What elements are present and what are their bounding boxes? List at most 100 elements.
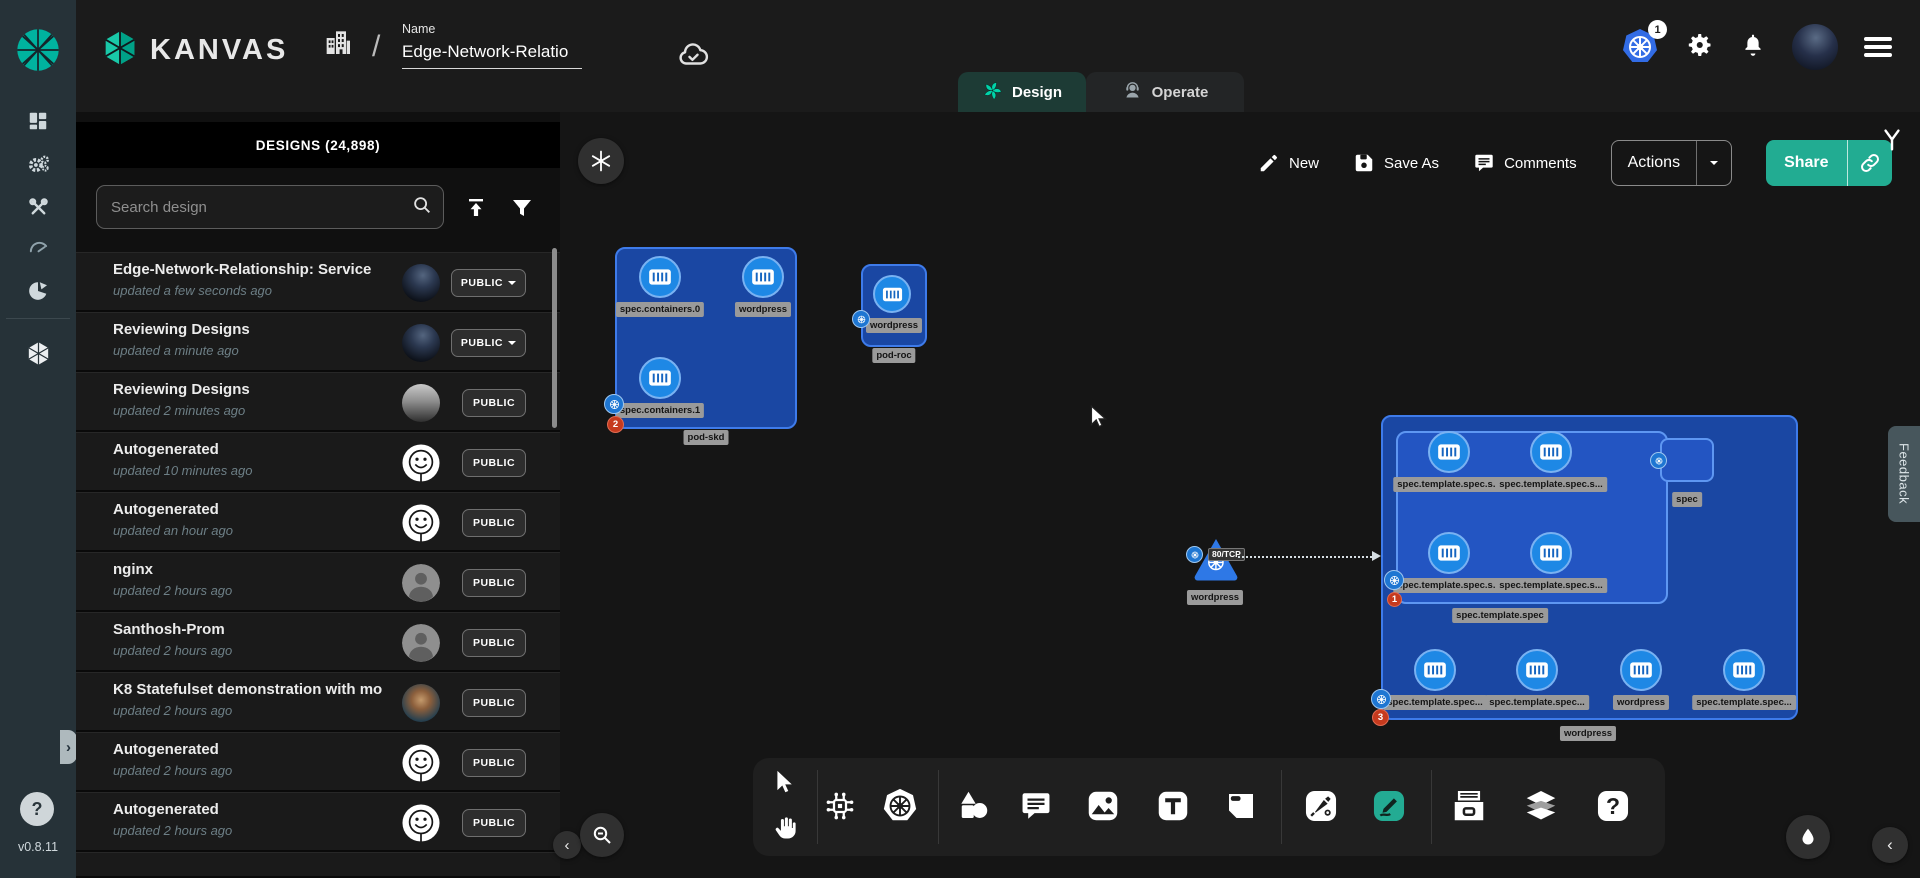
sidebar-item-configuration[interactable] bbox=[0, 186, 76, 228]
design-list-item[interactable]: Autogenerated updated an hour ago PUBLIC bbox=[76, 492, 560, 552]
node-container[interactable] bbox=[1414, 649, 1456, 691]
feedback-tab[interactable]: Feedback bbox=[1888, 426, 1920, 522]
kubernetes-badge[interactable] bbox=[1371, 689, 1391, 709]
actions-dropdown-button[interactable]: Actions bbox=[1611, 140, 1732, 186]
container-label: wordpress bbox=[1613, 695, 1669, 710]
visibility-badge[interactable]: PUBLIC bbox=[462, 569, 526, 597]
visibility-badge[interactable]: PUBLIC bbox=[451, 329, 526, 357]
design-list-item-partial[interactable] bbox=[76, 852, 560, 878]
hierarchy-branch-button[interactable] bbox=[1878, 126, 1906, 159]
design-list-item[interactable]: Santhosh-Prom updated 2 hours ago PUBLIC bbox=[76, 612, 560, 672]
comment-tool[interactable] bbox=[1014, 784, 1058, 828]
search-input[interactable] bbox=[111, 199, 411, 216]
chevron-down-icon[interactable] bbox=[1696, 141, 1731, 185]
error-count-badge[interactable]: 1 bbox=[1387, 592, 1402, 607]
kubernetes-tool[interactable] bbox=[878, 784, 922, 828]
dock-toggle-button[interactable] bbox=[578, 138, 624, 184]
cursor-tool[interactable] bbox=[763, 760, 807, 804]
node-container[interactable] bbox=[742, 256, 784, 298]
branch-y-icon bbox=[1878, 126, 1906, 154]
dock-help-tool[interactable]: ? bbox=[1591, 784, 1635, 828]
visibility-badge[interactable]: PUBLIC bbox=[462, 509, 526, 537]
kubernetes-context-chip[interactable]: 1 bbox=[1620, 27, 1660, 67]
design-name-input[interactable] bbox=[402, 40, 582, 69]
tab-design[interactable]: Design bbox=[958, 72, 1086, 112]
node-container[interactable] bbox=[639, 357, 681, 399]
notifications-bell-icon[interactable] bbox=[1740, 32, 1766, 63]
design-list-item[interactable]: Reviewing Designs updated 2 minutes ago … bbox=[76, 372, 560, 432]
sidebar-item-kanvas[interactable] bbox=[0, 332, 76, 374]
node-container[interactable] bbox=[639, 256, 681, 298]
sidebar-item-lifecycle[interactable] bbox=[0, 143, 76, 185]
note-tool[interactable] bbox=[1219, 784, 1263, 828]
design-list-item[interactable]: nginx updated 2 hours ago PUBLIC bbox=[76, 552, 560, 612]
sidebar-item-performance[interactable] bbox=[0, 226, 76, 268]
design-list-item[interactable]: Autogenerated updated 2 hours ago PUBLIC bbox=[76, 732, 560, 792]
layers-tool[interactable] bbox=[1519, 784, 1563, 828]
node-container[interactable] bbox=[1428, 532, 1470, 574]
design-list-item[interactable]: Edge-Network-Relationship: Service updat… bbox=[76, 252, 560, 312]
design-list-item[interactable]: Autogenerated updated 2 hours ago PUBLIC bbox=[76, 792, 560, 852]
error-count-badge[interactable]: 2 bbox=[607, 416, 624, 433]
node-container[interactable] bbox=[1620, 649, 1662, 691]
visibility-badge[interactable]: PUBLIC bbox=[462, 749, 526, 777]
container-label: spec.template.spec... bbox=[1485, 695, 1589, 710]
visibility-badge[interactable]: PUBLIC bbox=[462, 689, 526, 717]
design-list-item[interactable]: Reviewing Designs updated a minute ago P… bbox=[76, 312, 560, 372]
image-tool[interactable] bbox=[1081, 784, 1125, 828]
drawer-tool[interactable] bbox=[1447, 784, 1491, 828]
import-upload-icon[interactable] bbox=[460, 192, 492, 224]
zoom-button[interactable] bbox=[580, 813, 624, 857]
kubernetes-badge[interactable] bbox=[1650, 452, 1667, 469]
user-avatar[interactable] bbox=[1792, 24, 1838, 70]
pan-tool[interactable] bbox=[763, 806, 807, 850]
visibility-badge[interactable]: PUBLIC bbox=[462, 629, 526, 657]
pen-tool[interactable] bbox=[1299, 784, 1343, 828]
design-list-item[interactable]: Autogenerated updated 10 minutes ago PUB… bbox=[76, 432, 560, 492]
kubernetes-badge[interactable] bbox=[604, 394, 624, 414]
text-tool[interactable] bbox=[1151, 784, 1195, 828]
visibility-badge[interactable]: PUBLIC bbox=[462, 809, 526, 837]
visibility-badge[interactable]: PUBLIC bbox=[462, 449, 526, 477]
mouse-cursor bbox=[1086, 404, 1112, 435]
node-container[interactable] bbox=[1530, 532, 1572, 574]
extensions-icon bbox=[26, 279, 50, 303]
settings-gear-icon[interactable] bbox=[1686, 31, 1714, 64]
node-container[interactable] bbox=[1428, 431, 1470, 473]
components-tool[interactable] bbox=[818, 784, 862, 828]
save-as-button[interactable]: Save As bbox=[1353, 152, 1439, 174]
kanvas-logo[interactable]: KANVAS bbox=[100, 28, 288, 73]
design-list-item[interactable]: K8 Statefulset demonstration with mo upd… bbox=[76, 672, 560, 732]
node-container[interactable] bbox=[1530, 431, 1572, 473]
help-button[interactable]: ? bbox=[20, 792, 54, 826]
error-count-badge[interactable]: 3 bbox=[1372, 709, 1389, 726]
node-spec[interactable] bbox=[1660, 438, 1714, 482]
new-button[interactable]: New bbox=[1258, 152, 1319, 174]
node-container[interactable] bbox=[1516, 649, 1558, 691]
hamburger-menu-icon[interactable] bbox=[1864, 33, 1892, 62]
shapes-tool[interactable] bbox=[951, 784, 995, 828]
filter-funnel-icon[interactable] bbox=[506, 192, 538, 224]
sidebar-expand-handle[interactable]: › bbox=[60, 730, 77, 764]
kubernetes-badge[interactable] bbox=[1186, 546, 1203, 563]
building-icon[interactable] bbox=[322, 26, 354, 63]
visibility-label: PUBLIC bbox=[473, 697, 515, 709]
collapse-panel-button[interactable]: ‹ bbox=[553, 831, 581, 859]
sidebar-item-extensions[interactable] bbox=[0, 270, 76, 312]
kubernetes-badge[interactable] bbox=[852, 310, 870, 328]
sidebar-item-dashboard[interactable] bbox=[0, 100, 76, 142]
visibility-badge[interactable]: PUBLIC bbox=[462, 389, 526, 417]
node-container[interactable] bbox=[873, 275, 911, 313]
collapse-right-button[interactable]: ‹ bbox=[1872, 827, 1908, 863]
scrollbar[interactable] bbox=[552, 248, 557, 428]
share-button[interactable]: Share bbox=[1766, 140, 1891, 186]
tab-operate[interactable]: Operate bbox=[1086, 72, 1244, 112]
meshery-sphere-icon[interactable] bbox=[0, 24, 76, 76]
comments-button[interactable]: Comments bbox=[1473, 152, 1577, 174]
node-container[interactable] bbox=[1723, 649, 1765, 691]
freehand-draw-tool[interactable] bbox=[1367, 784, 1411, 828]
edge-connector[interactable] bbox=[1238, 556, 1376, 558]
visibility-badge[interactable]: PUBLIC bbox=[451, 269, 526, 297]
ink-drop-button[interactable] bbox=[1786, 815, 1830, 859]
kubernetes-badge[interactable] bbox=[1384, 570, 1404, 590]
